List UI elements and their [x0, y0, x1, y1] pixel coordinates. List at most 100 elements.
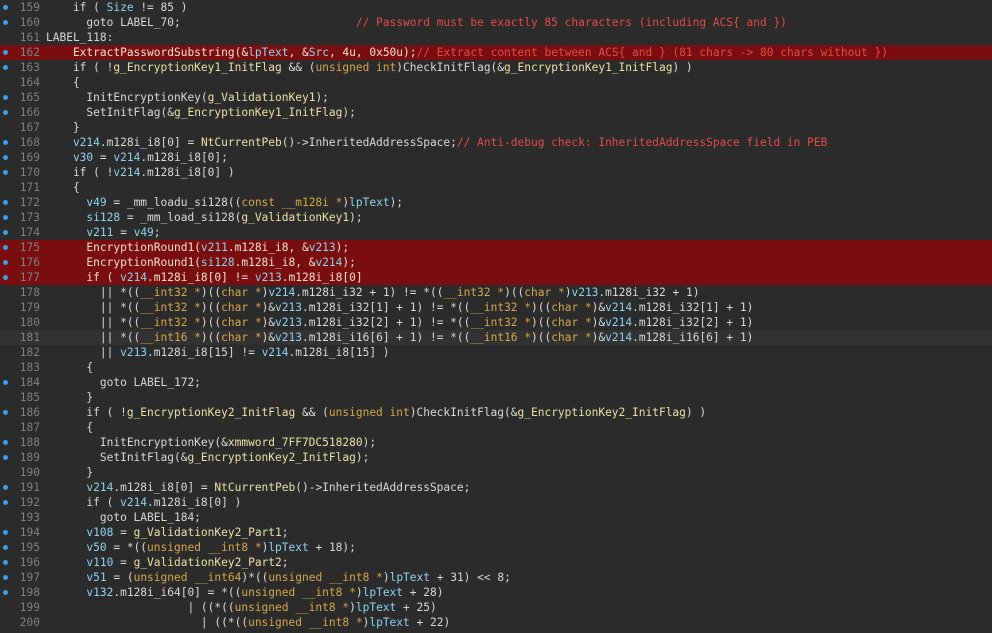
code-line[interactable]: 178 || *((__int32 *)((char *)v214.m128i_…: [0, 285, 992, 300]
code-text[interactable]: || *((__int32 *)((char *)&v213.m128i_i32…: [46, 315, 753, 330]
code-line[interactable]: 186 if ( !g_EncryptionKey2_InitFlag && (…: [0, 405, 992, 420]
code-line[interactable]: 183 {: [0, 360, 992, 375]
code-text[interactable]: LABEL_118:: [46, 30, 113, 45]
code-text[interactable]: {: [46, 420, 93, 435]
code-text[interactable]: {: [46, 360, 93, 375]
code-line[interactable]: 171 {: [0, 180, 992, 195]
code-line[interactable]: 199 | ((*((unsigned __int8 *)lpText + 25…: [0, 600, 992, 615]
breakpoint-dot-icon[interactable]: [3, 380, 8, 385]
code-line[interactable]: 163 if ( !g_EncryptionKey1_InitFlag && (…: [0, 60, 992, 75]
code-text[interactable]: v211 = v49;: [46, 225, 160, 240]
code-line[interactable]: 159 if ( Size != 85 ): [0, 0, 992, 15]
code-line[interactable]: 179 || *((__int32 *)((char *)&v213.m128i…: [0, 300, 992, 315]
code-text[interactable]: InitEncryptionKey(&xmmword_7FF7DC518280)…: [46, 435, 376, 450]
code-text[interactable]: if ( !v214.m128i_i8[0] ): [46, 165, 235, 180]
breakpoint-dot-icon[interactable]: [3, 230, 8, 235]
code-line[interactable]: 185 }: [0, 390, 992, 405]
breakpoint-dot-icon[interactable]: [3, 575, 8, 580]
breakpoint-dot-icon[interactable]: [3, 545, 8, 550]
code-line[interactable]: 162 ExtractPasswordSubstring(&lpText, &S…: [0, 45, 992, 60]
code-line[interactable]: 190 }: [0, 465, 992, 480]
breakpoint-dot-icon[interactable]: [3, 20, 8, 25]
code-line[interactable]: 191 v214.m128i_i8[0] = NtCurrentPeb()->I…: [0, 480, 992, 495]
breakpoint-dot-icon[interactable]: [3, 95, 8, 100]
code-text[interactable]: si128 = _mm_load_si128(g_ValidationKey1)…: [46, 210, 362, 225]
code-line[interactable]: 198 v132.m128i_i64[0] = *((unsigned __in…: [0, 585, 992, 600]
code-line[interactable]: 176 EncryptionRound1(si128.m128i_i8, &v2…: [0, 255, 992, 270]
code-line[interactable]: 170 if ( !v214.m128i_i8[0] ): [0, 165, 992, 180]
code-text[interactable]: }: [46, 120, 80, 135]
code-line[interactable]: 196 v110 = g_ValidationKey2_Part2;: [0, 555, 992, 570]
code-text[interactable]: {: [46, 180, 80, 195]
code-text[interactable]: EncryptionRound1(v211.m128i_i8, &v213);: [46, 240, 349, 255]
code-line[interactable]: 166 SetInitFlag(&g_EncryptionKey1_InitFl…: [0, 105, 992, 120]
breakpoint-dot-icon[interactable]: [3, 410, 8, 415]
breakpoint-dot-icon[interactable]: [3, 560, 8, 565]
code-line[interactable]: 187 {: [0, 420, 992, 435]
code-text[interactable]: {: [46, 75, 80, 90]
breakpoint-dot-icon[interactable]: [3, 500, 8, 505]
pseudocode-editor[interactable]: 159 if ( Size != 85 ) 160 goto LABEL_70; …: [0, 0, 992, 633]
code-line[interactable]: 167 }: [0, 120, 992, 135]
code-line[interactable]: 169 v30 = v214.m128i_i8[0];: [0, 150, 992, 165]
code-text[interactable]: || *((__int32 *)((char *)v214.m128i_i32 …: [46, 285, 700, 300]
code-text[interactable]: if ( Size != 85 ): [46, 0, 188, 15]
code-text[interactable]: if ( v214.m128i_i8[0] != v213.m128i_i8[0…: [46, 270, 362, 285]
code-text[interactable]: SetInitFlag(&g_EncryptionKey2_InitFlag);: [46, 450, 369, 465]
code-line[interactable]: 197 v51 = (unsigned __int64)*((unsigned …: [0, 570, 992, 585]
code-line[interactable]: 184 goto LABEL_172;: [0, 375, 992, 390]
code-text[interactable]: | ((*((unsigned __int8 *)lpText + 22): [46, 615, 450, 630]
breakpoint-dot-icon[interactable]: [3, 260, 8, 265]
code-line[interactable]: 173 si128 = _mm_load_si128(g_ValidationK…: [0, 210, 992, 225]
code-line[interactable]: 193 goto LABEL_184;: [0, 510, 992, 525]
code-text[interactable]: v30 = v214.m128i_i8[0];: [46, 150, 228, 165]
breakpoint-dot-icon[interactable]: [3, 215, 8, 220]
code-text[interactable]: InitEncryptionKey(g_ValidationKey1);: [46, 90, 329, 105]
code-line[interactable]: 172 v49 = _mm_loadu_si128((const __m128i…: [0, 195, 992, 210]
code-text[interactable]: if ( !g_EncryptionKey1_InitFlag && (unsi…: [46, 60, 693, 75]
breakpoint-dot-icon[interactable]: [3, 200, 8, 205]
code-line[interactable]: 160 goto LABEL_70; // Password must be e…: [0, 15, 992, 30]
code-text[interactable]: SetInitFlag(&g_EncryptionKey1_InitFlag);: [46, 105, 355, 120]
code-text[interactable]: goto LABEL_184;: [46, 510, 201, 525]
code-line[interactable]: 161 LABEL_118:: [0, 30, 992, 45]
code-line[interactable]: 194 v108 = g_ValidationKey2_Part1;: [0, 525, 992, 540]
code-text[interactable]: | ((*((unsigned __int8 *)lpText + 25): [46, 600, 436, 615]
code-text[interactable]: v49 = _mm_loadu_si128((const __m128i *)l…: [46, 195, 403, 210]
code-text[interactable]: v50 = *((unsigned __int8 *)lpText + 18);: [46, 540, 355, 555]
code-text[interactable]: v110 = g_ValidationKey2_Part2;: [46, 555, 288, 570]
code-text[interactable]: || v213.m128i_i8[15] != v214.m128i_i8[15…: [46, 345, 390, 360]
code-text[interactable]: if ( v214.m128i_i8[0] ): [46, 495, 241, 510]
code-line[interactable]: 175 EncryptionRound1(v211.m128i_i8, &v21…: [0, 240, 992, 255]
code-text[interactable]: v214.m128i_i8[0] = NtCurrentPeb()->Inher…: [46, 135, 827, 150]
code-text[interactable]: v51 = (unsigned __int64)*((unsigned __in…: [46, 570, 510, 585]
code-text[interactable]: v108 = g_ValidationKey2_Part1;: [46, 525, 288, 540]
code-line[interactable]: 168 v214.m128i_i8[0] = NtCurrentPeb()->I…: [0, 135, 992, 150]
breakpoint-dot-icon[interactable]: [3, 455, 8, 460]
code-text[interactable]: }: [46, 465, 93, 480]
code-text[interactable]: goto LABEL_70; // Password must be exact…: [46, 15, 787, 30]
breakpoint-dot-icon[interactable]: [3, 530, 8, 535]
breakpoint-dot-icon[interactable]: [3, 140, 8, 145]
code-line[interactable]: 180 || *((__int32 *)((char *)&v213.m128i…: [0, 315, 992, 330]
code-line[interactable]: 177 if ( v214.m128i_i8[0] != v213.m128i_…: [0, 270, 992, 285]
code-text[interactable]: EncryptionRound1(si128.m128i_i8, &v214);: [46, 255, 355, 270]
code-line[interactable]: 165 InitEncryptionKey(g_ValidationKey1);: [0, 90, 992, 105]
code-line[interactable]: 188 InitEncryptionKey(&xmmword_7FF7DC518…: [0, 435, 992, 450]
code-text[interactable]: ExtractPasswordSubstring(&lpText, &Src, …: [46, 45, 888, 60]
breakpoint-dot-icon[interactable]: [3, 440, 8, 445]
code-line[interactable]: 200 | ((*((unsigned __int8 *)lpText + 22…: [0, 615, 992, 630]
code-text[interactable]: || *((__int32 *)((char *)&v213.m128i_i32…: [46, 300, 753, 315]
code-line[interactable]: 192 if ( v214.m128i_i8[0] ): [0, 495, 992, 510]
breakpoint-dot-icon[interactable]: [3, 245, 8, 250]
code-text[interactable]: }: [46, 390, 93, 405]
breakpoint-dot-icon[interactable]: [3, 5, 8, 10]
code-line[interactable]: 174 v211 = v49;: [0, 225, 992, 240]
code-line[interactable]: 181 || *((__int16 *)((char *)&v213.m128i…: [0, 330, 992, 345]
code-text[interactable]: v132.m128i_i64[0] = *((unsigned __int8 *…: [46, 585, 443, 600]
code-text[interactable]: || *((__int16 *)((char *)&v213.m128i_i16…: [46, 330, 753, 345]
breakpoint-dot-icon[interactable]: [3, 275, 8, 280]
breakpoint-dot-icon[interactable]: [3, 155, 8, 160]
breakpoint-dot-icon[interactable]: [3, 590, 8, 595]
breakpoint-dot-icon[interactable]: [3, 50, 8, 55]
